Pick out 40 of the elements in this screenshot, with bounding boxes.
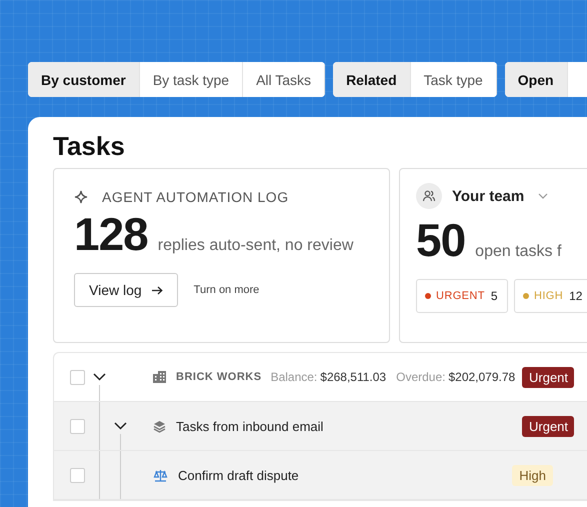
card-title: AGENT AUTOMATION LOG xyxy=(102,189,289,205)
balance-amount: $268,511.03 xyxy=(320,370,386,384)
building-icon xyxy=(153,371,166,383)
arrow-right-icon xyxy=(152,286,163,294)
row-checkbox[interactable] xyxy=(70,418,85,434)
chip-label: URGENT xyxy=(436,290,485,302)
overdue-label: Overdue: xyxy=(396,370,446,384)
stat-description: open tasks f xyxy=(475,243,562,261)
chip-count: 5 xyxy=(490,289,498,303)
stat-description: replies auto-sent, no review xyxy=(158,237,354,255)
sparkle-icon xyxy=(74,190,88,204)
layers-icon xyxy=(153,420,166,432)
balance-label: Balance: xyxy=(270,370,318,384)
view-log-button[interactable]: View log xyxy=(74,273,178,307)
scales-icon xyxy=(153,468,168,482)
chip-label: HIGH xyxy=(534,290,564,302)
filter-tab[interactable]: Related xyxy=(333,62,411,97)
chip-count: 12 xyxy=(569,289,582,303)
priority-chip[interactable]: HIGH 12 xyxy=(514,279,587,313)
priority-badge: High xyxy=(512,464,553,486)
priority-chip[interactable]: URGENT 5 xyxy=(416,279,508,313)
row-checkbox[interactable] xyxy=(70,468,85,482)
stat-number: 128 xyxy=(74,207,148,261)
people-icon xyxy=(416,183,442,209)
priority-badge: Urgent xyxy=(522,366,574,388)
turn-on-more-link[interactable]: Turn on more xyxy=(194,284,260,296)
filter-tab[interactable]: By customer xyxy=(28,62,140,97)
customer-name: BRICK WORKS xyxy=(176,371,262,383)
filter-tab[interactable]: Open xyxy=(504,62,568,97)
task-name: Confirm draft dispute xyxy=(178,468,299,482)
stat-number: 50 xyxy=(416,213,466,267)
task-group-name: Tasks from inbound email xyxy=(176,418,324,434)
row-checkbox[interactable] xyxy=(70,370,85,384)
overdue-amount: $202,079.78 xyxy=(448,370,516,384)
chevron-down-icon[interactable] xyxy=(93,373,106,381)
chevron-down-icon xyxy=(538,193,548,199)
page-title: Tasks xyxy=(53,131,126,162)
team-selector[interactable]: Your team xyxy=(452,188,528,204)
chevron-down-icon[interactable] xyxy=(114,422,127,430)
priority-badge: Urgent xyxy=(522,416,574,436)
